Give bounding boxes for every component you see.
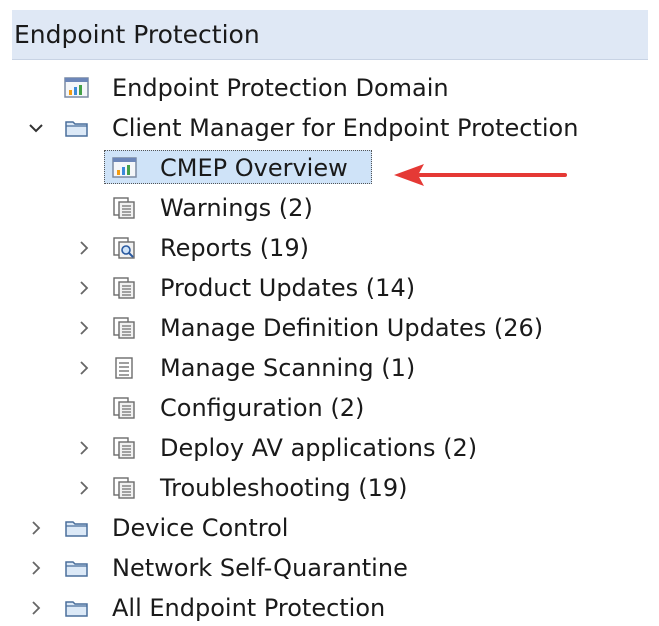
tree-item-label: Client Manager for Endpoint Protection [112, 114, 579, 142]
tree-item-manage-definition-updates[interactable]: Manage Definition Updates (26) [0, 308, 659, 348]
tree-item-label: Troubleshooting (19) [160, 474, 408, 502]
dashboard-icon [64, 76, 90, 100]
folder-icon [64, 596, 90, 620]
report-list-icon [112, 196, 138, 220]
tree-item-label: Endpoint Protection Domain [112, 74, 449, 102]
tree-item-label: Manage Definition Updates (26) [160, 314, 544, 342]
tree-item-manage-scanning[interactable]: Manage Scanning (1) [0, 348, 659, 388]
tree-item-device-control[interactable]: Device Control [0, 508, 659, 548]
tree-item-label: Device Control [112, 514, 289, 542]
chevron-right-icon[interactable] [26, 518, 46, 538]
chevron-right-icon[interactable] [74, 238, 94, 258]
tree-item-client-manager[interactable]: Client Manager for Endpoint Protection [0, 108, 659, 148]
tree-item-all-endpoint-protection[interactable]: All Endpoint Protection [0, 588, 659, 626]
report-list-icon [112, 276, 138, 300]
chevron-right-icon[interactable] [74, 318, 94, 338]
folder-icon [64, 556, 90, 580]
chevron-right-icon[interactable] [74, 478, 94, 498]
endpoint-protection-panel: Endpoint Protection Endpoint Protection … [0, 0, 659, 626]
tree-item-label: CMEP Overview [160, 154, 348, 182]
tree-item-label: Reports (19) [160, 234, 309, 262]
chevron-right-icon[interactable] [74, 438, 94, 458]
tree-item-label: Configuration (2) [160, 394, 365, 422]
chevron-right-icon[interactable] [26, 558, 46, 578]
tree-item-label: Deploy AV applications (2) [160, 434, 478, 462]
tree-item-label: Manage Scanning (1) [160, 354, 416, 382]
tree-item-endpoint-protection-domain[interactable]: Endpoint Protection Domain [0, 68, 659, 108]
tree-item-label: Product Updates (14) [160, 274, 416, 302]
tree-item-network-self-quarantine[interactable]: Network Self-Quarantine [0, 548, 659, 588]
panel-header: Endpoint Protection [12, 10, 648, 60]
dashboard-icon [112, 156, 138, 180]
tree-item-label: Network Self-Quarantine [112, 554, 408, 582]
tree-item-warnings[interactable]: Warnings (2) [0, 188, 659, 228]
tree-item-configuration[interactable]: Configuration (2) [0, 388, 659, 428]
chevron-right-icon[interactable] [74, 278, 94, 298]
chevron-right-icon[interactable] [26, 598, 46, 618]
tree-item-troubleshooting[interactable]: Troubleshooting (19) [0, 468, 659, 508]
tree-item-product-updates[interactable]: Product Updates (14) [0, 268, 659, 308]
report-list-icon [112, 316, 138, 340]
tree-item-label: All Endpoint Protection [112, 594, 386, 622]
folder-icon [64, 516, 90, 540]
tree-item-reports[interactable]: Reports (19) [0, 228, 659, 268]
tree-item-deploy-av-applications[interactable]: Deploy AV applications (2) [0, 428, 659, 468]
report-list-icon [112, 476, 138, 500]
report-list-icon [112, 436, 138, 460]
navigation-tree: Endpoint Protection Domain Client Manage… [0, 68, 659, 626]
chevron-down-icon[interactable] [26, 118, 46, 138]
annotation-arrow-icon [394, 164, 567, 186]
list-icon [112, 356, 138, 380]
panel-title: Endpoint Protection [14, 20, 260, 49]
folder-icon [64, 116, 90, 140]
tree-item-label: Warnings (2) [160, 194, 313, 222]
report-search-icon [112, 236, 138, 260]
chevron-right-icon[interactable] [74, 358, 94, 378]
report-list-icon [112, 396, 138, 420]
